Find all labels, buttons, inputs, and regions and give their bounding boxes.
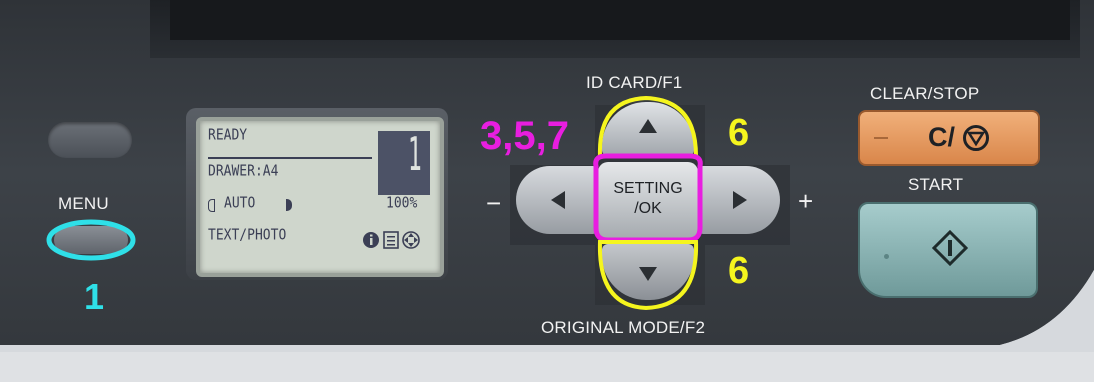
lcd-density-mode: AUTO: [224, 195, 256, 213]
stop-icon: [963, 125, 989, 151]
id-card-f1-label: ID CARD/F1: [586, 73, 683, 92]
down-highlight-ring: [597, 240, 699, 311]
navigation-highlight-rings: [593, 95, 703, 311]
info-icon: [363, 232, 379, 248]
lcd-status-line: READY: [208, 127, 248, 145]
control-panel: MENU 1 READY DRAWER:A4 1 AUTO 100% TEXT/…: [0, 0, 1094, 382]
step-up-annotation: 6: [728, 112, 750, 154]
setting-highlight-ring: [593, 153, 703, 243]
up-highlight-ring: [597, 95, 699, 158]
clear-stop-button[interactable]: C/: [858, 110, 1040, 166]
start-diamond-icon: [932, 230, 968, 266]
lcd-copies-box: 1: [378, 127, 430, 195]
clear-stop-key-line: [874, 137, 888, 139]
status-indicator-lamp: [48, 122, 132, 158]
step-setting-annotation: 3,5,7: [480, 114, 569, 158]
start-indicator-dot: [884, 254, 889, 259]
start-button[interactable]: [858, 202, 1038, 298]
clear-stop-symbol: C/: [928, 122, 955, 152]
lcd-density-dark-icon: [286, 199, 292, 211]
navigation-icon: [402, 231, 420, 249]
lcd-display: READY DRAWER:A4 1 AUTO 100% TEXT/PHOTO: [196, 117, 444, 277]
list-icon: [383, 231, 399, 249]
plus-label: +: [798, 186, 814, 216]
clear-stop-label: CLEAR/STOP: [870, 84, 980, 103]
lcd-copies-count: 1: [408, 127, 422, 181]
step-menu-annotation: 1: [84, 276, 105, 317]
lcd-zoom-value: 100%: [386, 195, 418, 213]
right-arrow-icon: [733, 191, 747, 209]
left-arrow-button[interactable]: [516, 166, 598, 234]
original-mode-f2-label: ORIGINAL MODE/F2: [541, 318, 706, 337]
left-arrow-icon: [551, 191, 565, 209]
start-label: START: [908, 175, 964, 194]
lcd-density-light-icon: [208, 199, 215, 212]
menu-label: MENU: [58, 194, 109, 213]
lcd-original-mode: TEXT/PHOTO: [208, 227, 287, 245]
right-arrow-button[interactable]: [698, 166, 780, 234]
step-down-annotation: 6: [728, 250, 750, 292]
lcd-separator: [208, 157, 372, 159]
menu-highlight-ring: [46, 219, 136, 261]
lcd-drawer-line: DRAWER:A4: [208, 163, 279, 181]
